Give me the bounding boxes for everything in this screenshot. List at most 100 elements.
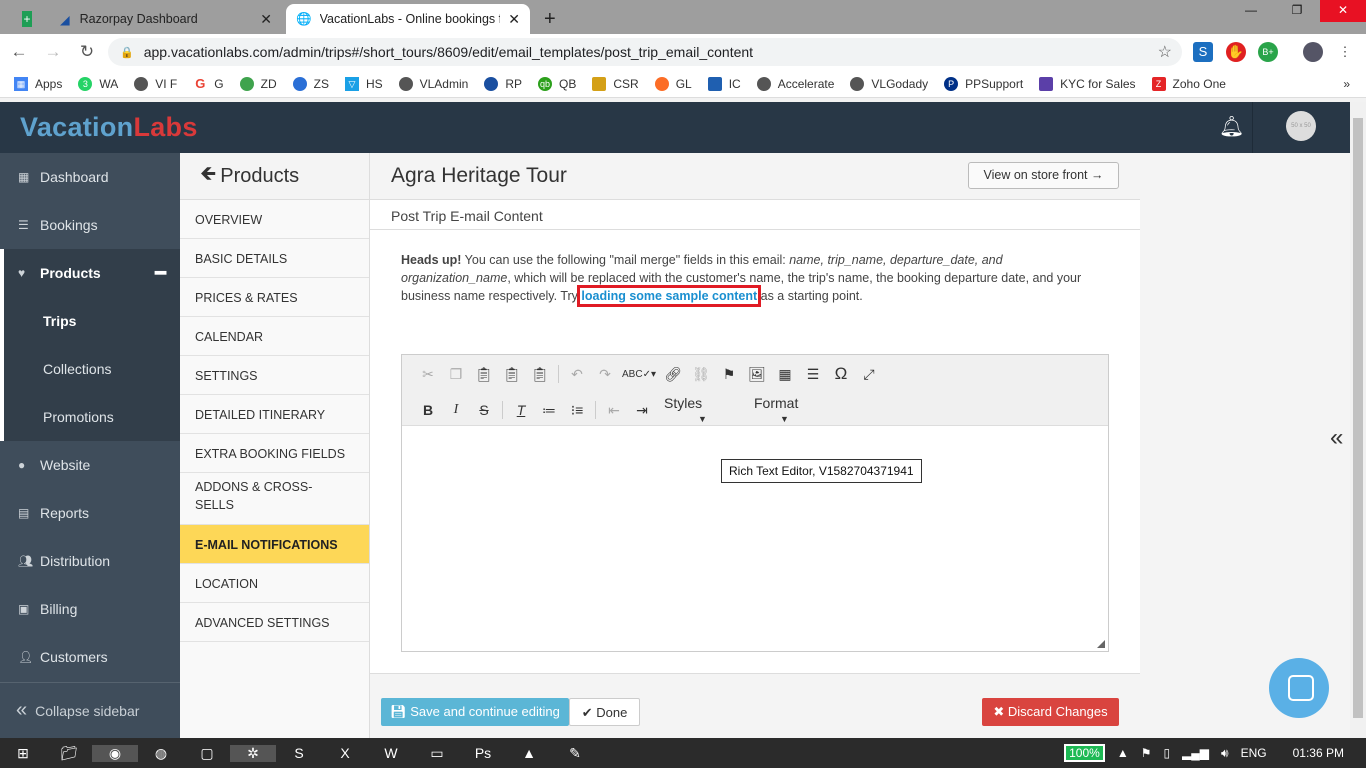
bookmark[interactable]: 3 WA <box>78 76 118 91</box>
bookmark[interactable]: Z Zoho One <box>1151 76 1226 91</box>
bookmark[interactable]: P PPSupport <box>944 76 1023 91</box>
remove-format-icon[interactable]: T <box>507 402 535 418</box>
unlink-icon[interactable]: ⛓ <box>687 366 715 383</box>
bookmark[interactable]: ▽ HS <box>344 76 383 91</box>
cut-icon[interactable]: ✂ <box>414 366 442 383</box>
italic-icon[interactable]: I <box>442 402 470 418</box>
sidebar-item-collections[interactable]: Collections <box>0 345 180 393</box>
numbered-list-icon[interactable]: ≔ <box>535 402 563 419</box>
bookmark[interactable]: IC <box>707 76 741 91</box>
bookmark[interactable]: VI F <box>134 76 177 91</box>
bookmark-star-icon[interactable]: ☆ <box>1158 42 1172 62</box>
image-icon[interactable]: 🖼︎ <box>743 366 771 383</box>
extension-icon[interactable]: S <box>1193 42 1213 62</box>
volume-icon[interactable]: 🔊︎ <box>1221 746 1229 761</box>
view-on-store-front-button[interactable]: View on store front → <box>968 162 1119 189</box>
adblock-icon[interactable]: ✋ <box>1226 42 1246 62</box>
bulleted-list-icon[interactable]: ⁝≡ <box>563 402 591 419</box>
paste-word-icon[interactable]: 📋︎ <box>526 366 554 383</box>
forward-icon[interactable]: → <box>38 42 68 62</box>
sidebar-item-bookings[interactable]: ☰ Bookings <box>0 201 180 249</box>
skype-icon[interactable]: S <box>276 745 322 761</box>
subnav-addons[interactable]: ADDONS & CROSS-SELLS <box>180 473 369 525</box>
collapse-minus-icon[interactable]: ━ <box>155 263 166 284</box>
spellcheck-icon[interactable]: ABC✓▾ <box>619 369 659 380</box>
bold-icon[interactable]: B <box>414 402 442 418</box>
sidebar-item-billing[interactable]: ▣ Billing <box>0 585 180 633</box>
flag-icon[interactable]: ⚑ <box>1141 746 1152 760</box>
back-to-products[interactable]: 🡸 Products <box>180 153 369 200</box>
show-hidden-icons[interactable]: ▲ <box>1117 746 1129 760</box>
close-tab-icon[interactable]: ✕ <box>260 11 272 28</box>
sheets-pinned-tab[interactable]: + <box>12 4 42 34</box>
sidebar-item-products[interactable]: ♥ Products ━ <box>0 249 180 297</box>
task-view-icon[interactable]: ▢ <box>184 745 230 762</box>
subnav-detailed-itinerary[interactable]: DETAILED ITINERARY <box>180 395 369 434</box>
app-icon[interactable]: ▭ <box>414 745 460 762</box>
subnav-email-notifications[interactable]: E-MAIL NOTIFICATIONS <box>180 525 369 564</box>
app-icon[interactable]: ✎ <box>552 745 598 762</box>
battery-indicator[interactable]: 100% <box>1064 744 1105 762</box>
minimize-button[interactable]: — <box>1228 0 1274 22</box>
sidebar-item-reports[interactable]: ▤ Reports <box>0 489 180 537</box>
bookmark[interactable]: Accelerate <box>756 76 834 91</box>
bookmark[interactable]: qb QB <box>538 76 576 91</box>
styles-dropdown[interactable]: Styles ▼ <box>656 395 746 425</box>
bookmark[interactable]: VLGodady <box>850 76 928 91</box>
subnav-basic-details[interactable]: BASIC DETAILS <box>180 239 369 278</box>
tab-razorpay[interactable]: ◢ Razorpay Dashboard ✕ <box>50 4 282 34</box>
bookmark[interactable]: ZS <box>292 76 329 91</box>
subnav-settings[interactable]: SETTINGS <box>180 356 369 395</box>
windows-start-icon[interactable]: ⊞ <box>0 745 46 762</box>
link-icon[interactable]: 🔗︎ <box>659 366 687 383</box>
bookmark[interactable]: RP <box>484 76 522 91</box>
subnav-calendar[interactable]: CALENDAR <box>180 317 369 356</box>
language-indicator[interactable]: ENG <box>1241 746 1267 760</box>
done-button[interactable]: ✔ Done <box>569 698 640 726</box>
strikethrough-icon[interactable]: S <box>470 402 498 418</box>
clock[interactable]: 01:36 PM <box>1293 746 1344 760</box>
power-icon[interactable]: ▯ <box>1163 746 1170 760</box>
discard-changes-button[interactable]: ✖ Discard Changes <box>982 698 1119 726</box>
restore-button[interactable]: ❐ <box>1274 0 1320 22</box>
save-continue-button[interactable]: 💾︎ Save and continue editing <box>381 698 569 726</box>
extension-icon[interactable]: B+ <box>1258 42 1278 62</box>
subnav-advanced-settings[interactable]: ADVANCED SETTINGS <box>180 603 369 642</box>
bookmark[interactable]: VLAdmin <box>398 76 468 91</box>
outdent-icon[interactable]: ⇤ <box>600 402 628 419</box>
format-dropdown[interactable]: Format ▼ <box>746 395 836 425</box>
copy-icon[interactable]: ❐ <box>442 366 470 383</box>
app-icon[interactable]: ✲ <box>230 744 276 762</box>
intercom-chat-button[interactable] <box>1269 658 1329 718</box>
bell-icon[interactable]: 🔔︎ <box>1219 114 1244 139</box>
photoshop-icon[interactable]: Ps <box>460 745 506 761</box>
scrollbar-thumb[interactable] <box>1353 118 1363 718</box>
special-char-omega-icon[interactable]: Ω <box>827 364 855 384</box>
sidebar-item-trips[interactable]: Trips <box>0 297 180 345</box>
bookmark[interactable]: CSR <box>592 76 639 91</box>
word-icon[interactable]: W <box>368 745 414 761</box>
page-scrollbar[interactable] <box>1350 102 1366 738</box>
avatar[interactable]: 50 x 50 <box>1286 111 1316 141</box>
bookmark[interactable]: GG <box>193 76 223 91</box>
back-icon[interactable]: ← <box>4 42 34 62</box>
window-close-button[interactable]: ✕ <box>1320 0 1366 22</box>
expand-panel-icon[interactable]: « <box>1330 424 1343 452</box>
subnav-location[interactable]: LOCATION <box>180 564 369 603</box>
vacationlabs-logo[interactable]: VacationLabs <box>20 112 198 143</box>
excel-icon[interactable]: X <box>322 745 368 761</box>
load-sample-content-link[interactable]: loading some sample content <box>577 285 762 307</box>
resize-handle[interactable] <box>1097 640 1105 648</box>
indent-icon[interactable]: ⇥ <box>628 402 656 419</box>
sidebar-item-promotions[interactable]: Promotions <box>0 393 180 441</box>
tab-vacationlabs[interactable]: 🌐 VacationLabs - Online bookings f ✕ <box>286 4 530 34</box>
menu-icon[interactable]: ⋮ <box>1335 42 1355 62</box>
subnav-extra-booking-fields[interactable]: EXTRA BOOKING FIELDS <box>180 434 369 473</box>
bookmark[interactable]: ZD <box>239 76 277 91</box>
close-tab-icon[interactable]: ✕ <box>508 11 520 28</box>
vlc-icon[interactable]: ▲ <box>506 745 552 761</box>
bookmark[interactable]: KYC for Sales <box>1039 76 1136 91</box>
redo-icon[interactable]: ↷ <box>591 366 619 383</box>
subnav-prices-rates[interactable]: PRICES & RATES <box>180 278 369 317</box>
paste-text-icon[interactable]: 📋︎ <box>498 366 526 383</box>
